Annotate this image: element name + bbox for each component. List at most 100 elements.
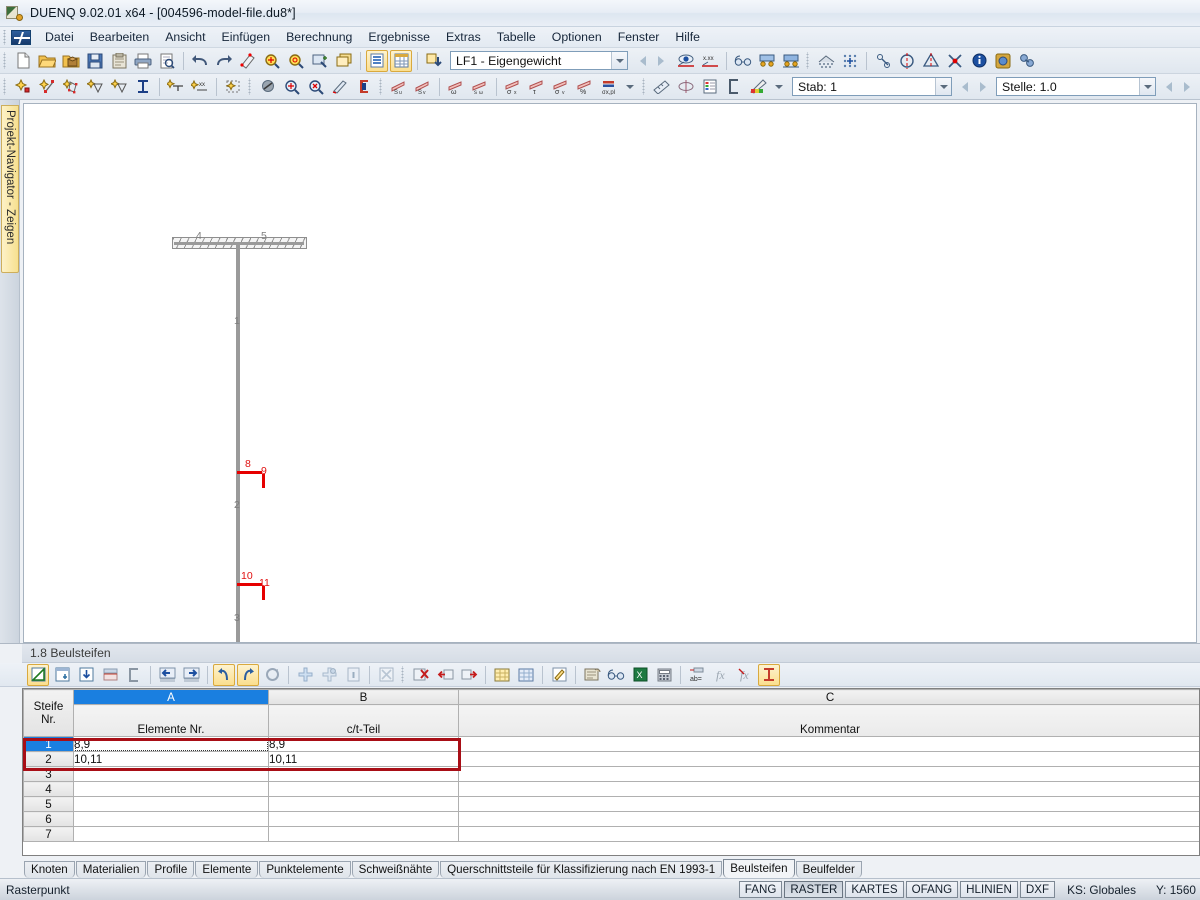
value-xxx-icon[interactable]: x.xx: [699, 50, 721, 72]
new-point-element-icon[interactable]: [84, 76, 106, 98]
refresh-icon[interactable]: [261, 664, 283, 686]
add-row-icon[interactable]: [294, 664, 316, 686]
settings-icon[interactable]: [992, 50, 1014, 72]
gradient-icon[interactable]: [99, 664, 121, 686]
move-right-icon[interactable]: [180, 664, 202, 686]
import-icon[interactable]: [423, 50, 445, 72]
color-scale-dropdown-button[interactable]: [770, 77, 788, 97]
excel-export-icon[interactable]: X: [629, 664, 651, 686]
tab-elemente[interactable]: Elemente: [195, 861, 259, 878]
status-toggle-hlinien[interactable]: HLINIEN: [960, 881, 1018, 898]
new-node-icon[interactable]: [12, 76, 34, 98]
table-row[interactable]: 3: [23, 766, 1199, 782]
status-toggle-kartes[interactable]: KARTES: [845, 881, 904, 898]
cell-7-b[interactable]: [268, 826, 459, 842]
grid-yellow-icon[interactable]: [491, 664, 513, 686]
edit-graphics-icon[interactable]: [329, 76, 351, 98]
window-cascade-icon[interactable]: [333, 50, 355, 72]
cell-4-c[interactable]: [458, 781, 1199, 797]
column-letter-c[interactable]: C: [458, 689, 1199, 705]
sv-icon[interactable]: Sv: [412, 76, 434, 98]
rotate-icon[interactable]: [944, 50, 966, 72]
new-polygon-icon[interactable]: [60, 76, 82, 98]
zoom-clear-icon[interactable]: [305, 76, 327, 98]
menu-item-ansicht[interactable]: Ansicht: [157, 28, 213, 46]
table-row[interactable]: 2 10,11 10,11: [23, 751, 1199, 767]
function-off-icon[interactable]: fx: [734, 664, 756, 686]
section-icon[interactable]: [353, 76, 375, 98]
cell-5-b[interactable]: [268, 796, 459, 812]
toolbar2-grip[interactable]: [2, 78, 9, 95]
new-file-icon[interactable]: [12, 50, 34, 72]
print-preview-icon[interactable]: [156, 50, 178, 72]
grid-blue-icon[interactable]: [515, 664, 537, 686]
table-edit-icon[interactable]: [27, 663, 49, 686]
cell-5-a[interactable]: [73, 796, 269, 812]
tab-beulfelder[interactable]: Beulfelder: [795, 861, 862, 878]
toolbar-grip[interactable]: [2, 52, 9, 69]
status-toggle-fang[interactable]: FANG: [738, 881, 783, 898]
stab-prev-button[interactable]: [956, 77, 974, 97]
chevron-down-icon[interactable]: [1139, 78, 1155, 95]
new-profile-icon[interactable]: [132, 76, 154, 98]
stress-dropdown-button[interactable]: [621, 77, 639, 97]
open-package-icon[interactable]: [60, 50, 82, 72]
cell-1-c[interactable]: [458, 736, 1199, 752]
import-rows-icon[interactable]: [75, 664, 97, 686]
row-number-5[interactable]: 5: [23, 796, 74, 812]
stelle-next-button[interactable]: [1178, 77, 1196, 97]
cell-1-b[interactable]: 8,9: [268, 736, 459, 752]
redo-table-icon[interactable]: [237, 663, 259, 686]
table-grid-icon[interactable]: [390, 49, 412, 72]
delete-right-icon[interactable]: [458, 664, 480, 686]
menu-grip[interactable]: [2, 29, 9, 45]
menu-item-datei[interactable]: Datei: [37, 28, 82, 46]
measure-icon[interactable]: [651, 76, 673, 98]
move-left-icon[interactable]: [156, 664, 178, 686]
tab-knoten[interactable]: Knoten: [24, 861, 75, 878]
label-icon[interactable]: ab=: [686, 664, 708, 686]
s-omega-icon[interactable]: sω: [469, 76, 491, 98]
sigma-v-icon[interactable]: σv: [550, 76, 572, 98]
legend-icon[interactable]: [699, 76, 721, 98]
stelle-prev-button[interactable]: [1160, 77, 1178, 97]
menu-item-fenster[interactable]: Fenster: [610, 28, 668, 46]
load-case-next-button[interactable]: [652, 51, 670, 71]
row-number-3[interactable]: 3: [23, 766, 74, 782]
print-table-icon[interactable]: [581, 664, 603, 686]
tab-querschnittsteile[interactable]: Querschnittsteile für Klassifizierung na…: [440, 861, 723, 878]
cell-6-b[interactable]: [268, 811, 459, 827]
menu-item-extras[interactable]: Extras: [438, 28, 489, 46]
support-icon[interactable]: [756, 50, 778, 72]
bracket-icon[interactable]: [723, 76, 745, 98]
cell-2-c[interactable]: [458, 751, 1199, 767]
new-area-icon[interactable]: [222, 76, 244, 98]
delete-row-icon[interactable]: [410, 664, 432, 686]
new-weld-icon[interactable]: [165, 76, 187, 98]
cell-7-a[interactable]: [73, 826, 269, 842]
cell-6-a[interactable]: [73, 811, 269, 827]
model-canvas[interactable]: 4 5 1 2 3 6 7 8 9 10 11: [23, 103, 1197, 643]
open-file-icon[interactable]: [36, 50, 58, 72]
percent-icon[interactable]: %: [574, 76, 596, 98]
calculate-icon[interactable]: [257, 76, 279, 98]
tau-icon[interactable]: τ: [526, 76, 548, 98]
column-letter-a[interactable]: A: [73, 689, 269, 705]
cell-2-b[interactable]: 10,11: [268, 751, 459, 767]
menu-item-bearbeiten[interactable]: Bearbeiten: [82, 28, 157, 46]
toolbar2-grip-4[interactable]: [641, 78, 648, 95]
zoom-window-icon[interactable]: [309, 50, 331, 72]
info-row-icon[interactable]: [342, 664, 364, 686]
save-icon[interactable]: [84, 50, 106, 72]
glasses-icon[interactable]: [732, 50, 754, 72]
cell-1-a[interactable]: 8,9: [73, 736, 269, 752]
toolbar2-grip-3[interactable]: [378, 78, 385, 95]
cell-7-c[interactable]: [458, 826, 1199, 842]
stab-combo[interactable]: Stab: 1: [792, 77, 952, 96]
new-value-xx-icon[interactable]: xx: [189, 76, 211, 98]
table-grid-wrapper[interactable]: Steife Nr. A B C Elemente Nr. c/t-Teil K…: [22, 688, 1200, 856]
table-row[interactable]: 5: [23, 796, 1199, 812]
render-icon[interactable]: [237, 50, 259, 72]
table-toolbar-grip[interactable]: [400, 666, 407, 683]
tab-profile[interactable]: Profile: [147, 861, 195, 878]
